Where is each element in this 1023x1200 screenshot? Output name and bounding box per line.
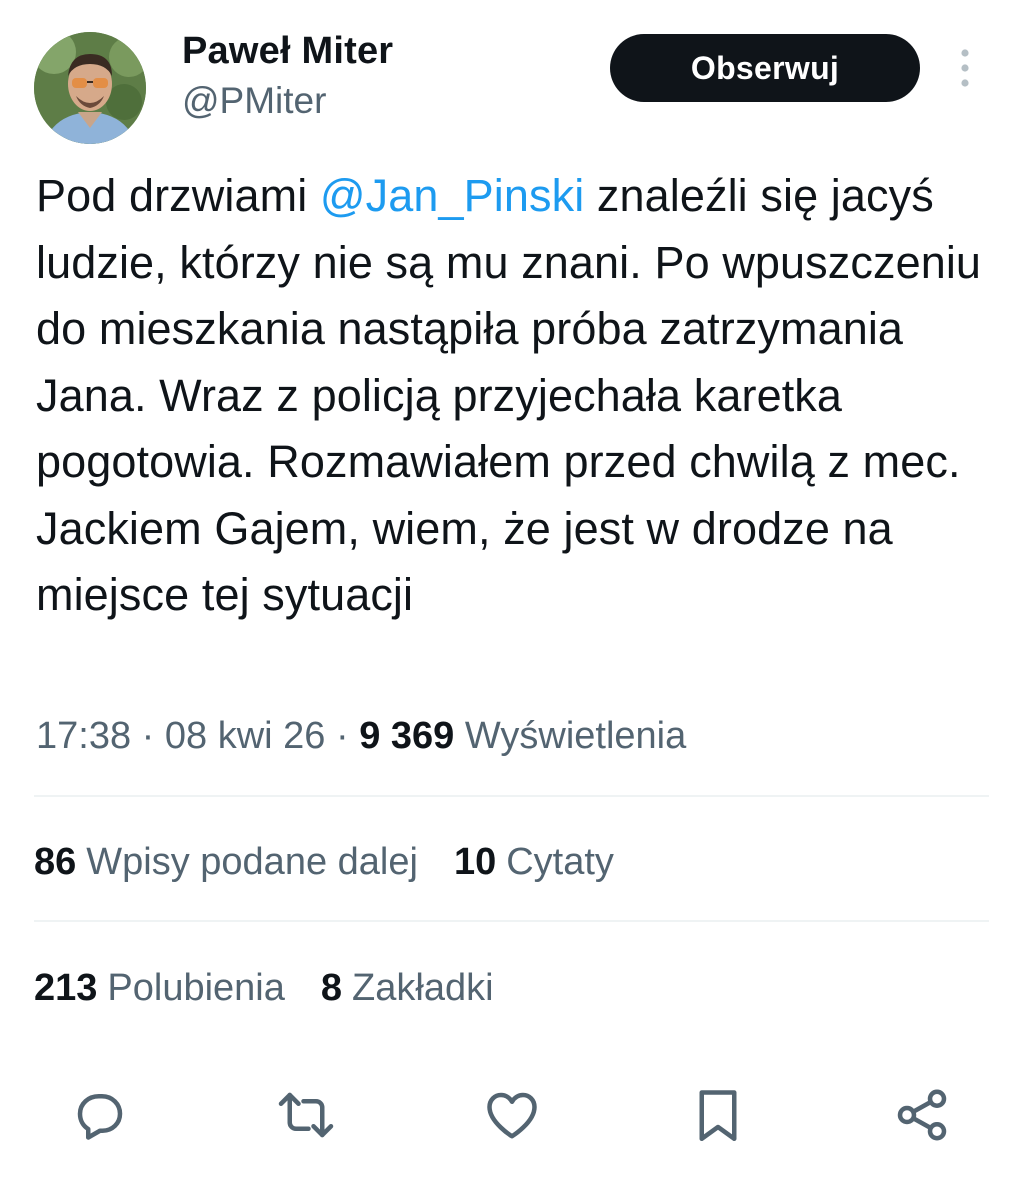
tweet-meta: 17:38 · 08 kwi 26 · 9 369 Wyświetlenia bbox=[36, 712, 686, 760]
reply-icon bbox=[77, 1094, 123, 1140]
retweets-stat[interactable]: 86 Wpisy podane dalej bbox=[34, 838, 418, 886]
bookmark-icon bbox=[699, 1090, 737, 1141]
tweet-text: Pod drzwiami @Jan_Pinski znaleźli się ja… bbox=[36, 163, 986, 629]
reply-button[interactable] bbox=[70, 1085, 130, 1145]
tweet-header: Paweł Miter @PMiter Obserwuj bbox=[34, 26, 989, 144]
likes-label: Polubienia bbox=[107, 967, 285, 1009]
retweets-label: Wpisy podane dalej bbox=[86, 841, 418, 883]
mention-link[interactable]: @Jan_Pinski bbox=[320, 170, 584, 221]
quotes-label: Cytaty bbox=[506, 841, 614, 883]
stats-row-shares: 86 Wpisy podane dalej 10 Cytaty bbox=[34, 838, 650, 886]
meta-separator: · bbox=[131, 715, 165, 757]
author-display-name[interactable]: Paweł Miter bbox=[182, 28, 393, 74]
divider bbox=[34, 920, 989, 922]
share-button[interactable] bbox=[892, 1085, 952, 1145]
tweet-text-after: znaleźli się jacyś ludzie, którzy nie są… bbox=[36, 170, 982, 620]
author-names: Paweł Miter @PMiter bbox=[182, 28, 393, 124]
heart-icon bbox=[487, 1092, 537, 1139]
likes-count: 213 bbox=[34, 967, 98, 1009]
retweets-count: 86 bbox=[34, 841, 77, 883]
retweet-icon bbox=[278, 1092, 334, 1138]
more-options-button[interactable] bbox=[950, 46, 980, 90]
meta-separator: · bbox=[325, 715, 360, 757]
follow-button[interactable]: Obserwuj bbox=[610, 34, 920, 102]
tweet-text-before: Pod drzwiami bbox=[36, 170, 320, 221]
bookmark-button[interactable] bbox=[688, 1085, 748, 1145]
avatar-image bbox=[34, 32, 146, 144]
share-icon bbox=[897, 1089, 947, 1141]
views-label: Wyświetlenia bbox=[464, 715, 687, 757]
divider bbox=[34, 795, 989, 797]
like-button[interactable] bbox=[482, 1085, 542, 1145]
bookmarks-count: 8 bbox=[320, 967, 343, 1009]
action-bar bbox=[70, 1085, 960, 1145]
retweet-button[interactable] bbox=[276, 1085, 336, 1145]
avatar[interactable] bbox=[34, 32, 146, 144]
tweet-date[interactable]: 08 kwi 26 bbox=[165, 715, 326, 757]
quotes-stat[interactable]: 10 Cytaty bbox=[454, 838, 614, 886]
bookmarks-stat[interactable]: 8 Zakładki bbox=[321, 964, 494, 1012]
quotes-count: 10 bbox=[453, 841, 497, 883]
tweet-time[interactable]: 17:38 bbox=[36, 715, 131, 757]
likes-stat[interactable]: 213 Polubienia bbox=[34, 964, 285, 1012]
bookmarks-label: Zakładki bbox=[352, 967, 494, 1009]
views-count: 9 369 bbox=[359, 715, 455, 757]
author-handle[interactable]: @PMiter bbox=[182, 78, 393, 124]
more-vertical-icon bbox=[961, 49, 969, 87]
stats-row-likes: 213 Polubienia 8 Zakładki bbox=[34, 964, 530, 1012]
